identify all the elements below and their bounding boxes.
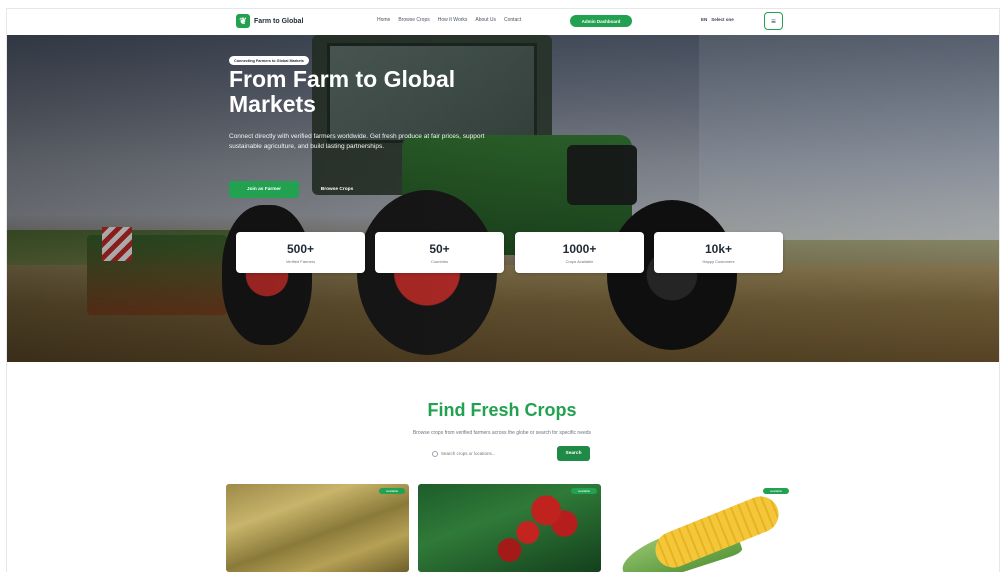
- stat-value: 10k+: [704, 241, 733, 256]
- stat-label: Verified Farmers: [285, 258, 316, 264]
- brand-name: Farm to Global: [254, 17, 304, 25]
- hero-badge: Connecting Farmers to Global Markets: [229, 56, 309, 65]
- search-box[interactable]: [426, 446, 552, 461]
- stat-value: 500+: [286, 241, 315, 256]
- section-subtitle: Browse crops from verified farmers acros…: [412, 430, 592, 436]
- crop-card-corn[interactable]: Available: [610, 484, 793, 572]
- crop-tag: Available: [379, 488, 405, 494]
- section-title: Find Fresh Crops: [427, 400, 577, 420]
- nav-link-how-it-works[interactable]: How It Works: [438, 17, 468, 23]
- stat-label: Happy Customers: [702, 258, 735, 264]
- nav-link-browse-crops[interactable]: Browse Crops: [398, 17, 429, 23]
- hero-subtitle: Connect directly with verified farmers w…: [229, 133, 485, 150]
- stat-card-countries: 50+ Countries: [375, 232, 504, 273]
- nav-links: Home Browse Crops How It Works About Us …: [377, 17, 521, 23]
- navbar: ❦ Farm to Global Home Browse Crops How I…: [7, 9, 999, 35]
- hero-title-line2: Markets: [229, 91, 316, 117]
- crop-tag: Available: [763, 488, 789, 494]
- hero-title-line1: From Farm to Global: [229, 66, 456, 92]
- browse-crops-button[interactable]: Browse Crops: [310, 181, 364, 198]
- hero-title: From Farm to Global Markets: [229, 67, 529, 117]
- stat-label: Crops Available: [565, 258, 594, 264]
- stat-label: Countries: [430, 258, 449, 264]
- leaf-logo-icon: ❦: [236, 14, 250, 28]
- admin-dashboard-button[interactable]: Admin Dashboard: [570, 15, 632, 27]
- stat-value: 50+: [429, 241, 450, 256]
- menu-icon[interactable]: ≡: [764, 12, 783, 30]
- stat-card-crops: 1000+ Crops Available: [515, 232, 644, 273]
- search-button[interactable]: Search: [557, 446, 590, 461]
- nav-link-home[interactable]: Home: [377, 17, 390, 23]
- crop-card-coffee[interactable]: Available: [418, 484, 601, 572]
- crop-tag: Available: [571, 488, 597, 494]
- stat-value: 1000+: [562, 241, 597, 256]
- stat-card-customers: 10k+ Happy Customers: [654, 232, 783, 273]
- language-value: Select one: [711, 17, 734, 22]
- join-as-farmer-button[interactable]: Join as Farmer: [229, 181, 299, 198]
- nav-link-about-us[interactable]: About Us: [475, 17, 496, 23]
- stat-card-farmers: 500+ Verified Farmers: [236, 232, 365, 273]
- search-icon: [432, 450, 438, 457]
- brand[interactable]: ❦ Farm to Global: [236, 14, 303, 28]
- language-selector[interactable]: EN Select one: [701, 17, 734, 22]
- search-input[interactable]: [441, 451, 541, 456]
- crop-card-rice[interactable]: Available: [226, 484, 409, 572]
- language-label: EN: [701, 17, 708, 22]
- nav-link-contact[interactable]: Contact: [504, 17, 521, 23]
